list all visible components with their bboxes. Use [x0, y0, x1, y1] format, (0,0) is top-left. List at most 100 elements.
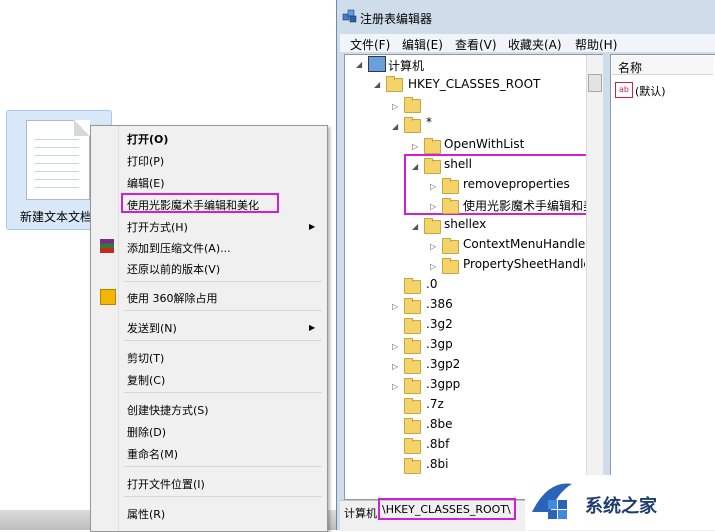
window-title: 注册表编辑器: [360, 12, 433, 26]
tree-item-ext[interactable]: .8bf: [426, 437, 449, 451]
tree-item-star[interactable]: *: [426, 115, 432, 129]
expand-arrow-icon[interactable]: ▷: [392, 362, 401, 371]
expand-arrow-icon[interactable]: ▷: [430, 202, 439, 211]
document-line: [35, 147, 79, 148]
tree-item-removeproperties[interactable]: removeproperties: [463, 177, 570, 191]
folder-icon: [424, 158, 441, 174]
context-menu: [90, 125, 328, 532]
scrollbar-thumb[interactable]: [588, 74, 602, 92]
menu-item-delete[interactable]: 删除(D): [127, 424, 166, 440]
menu-item-open-with[interactable]: 打开方式(H): [127, 219, 188, 235]
tree-item-shell[interactable]: shell: [444, 157, 472, 171]
collapse-arrow-icon[interactable]: ◢: [356, 60, 365, 69]
collapse-arrow-icon[interactable]: ◢: [392, 122, 401, 131]
folder-icon: [386, 76, 403, 92]
context-menu-gutter: [118, 126, 119, 530]
expand-arrow-icon[interactable]: ▷: [430, 182, 439, 191]
menu-item-restore-previous[interactable]: 还原以前的版本(V): [127, 261, 220, 277]
values-pane: [610, 54, 715, 500]
expand-arrow-icon[interactable]: ▷: [430, 262, 439, 271]
menu-view[interactable]: 查看(V): [455, 36, 497, 53]
folder-icon: [424, 138, 441, 154]
expand-arrow-icon[interactable]: ▷: [412, 142, 421, 151]
tree-item-ext[interactable]: .386: [426, 297, 453, 311]
tree-item-shellex[interactable]: shellex: [444, 217, 486, 231]
tree-item-ext[interactable]: .3gp2: [426, 357, 460, 371]
tree-item-hkcr[interactable]: HKEY_CLASSES_ROOT: [408, 77, 540, 91]
folder-icon: [404, 418, 421, 434]
document-line: [35, 139, 79, 140]
tree-item-contextmenuhandlers[interactable]: ContextMenuHandlers: [463, 237, 585, 251]
menu-edit[interactable]: 编辑(E): [402, 36, 443, 53]
tree-item-ext[interactable]: .8bi: [426, 457, 448, 471]
highlight-box-menu-item: [121, 193, 279, 213]
folder-icon: [404, 298, 421, 314]
menu-separator: [124, 496, 322, 497]
menu-item-copy[interactable]: 复制(C): [127, 372, 165, 388]
menu-item-print[interactable]: 打印(P): [127, 153, 164, 169]
tree-item-ext[interactable]: .8be: [426, 417, 452, 431]
menu-separator: [124, 466, 322, 467]
expand-arrow-icon[interactable]: ▷: [392, 342, 401, 351]
document-line: [35, 179, 79, 180]
submenu-arrow-icon: ▶: [309, 323, 316, 332]
collapse-arrow-icon[interactable]: ◢: [412, 222, 421, 231]
desktop-file-label[interactable]: 新建文本文档: [20, 208, 92, 225]
computer-icon: [368, 56, 386, 72]
document-line: [35, 171, 79, 172]
tree-item-ext[interactable]: .7z: [426, 397, 444, 411]
tree-item-ext[interactable]: .0: [426, 277, 437, 291]
menu-file[interactable]: 文件(F): [350, 36, 390, 53]
expand-arrow-icon[interactable]: ▷: [392, 382, 401, 391]
menu-item-add-to-archive[interactable]: 添加到压缩文件(A)...: [127, 240, 231, 256]
folder-icon: [404, 117, 421, 133]
expand-arrow-icon[interactable]: ▷: [392, 302, 401, 311]
regedit-icon: [342, 8, 358, 24]
menu-item-properties[interactable]: 属性(R): [127, 506, 165, 522]
menu-separator: [124, 281, 322, 282]
tree-item-propertysheethandlers[interactable]: PropertySheetHandlers: [463, 257, 585, 271]
highlight-box-status: [378, 498, 516, 520]
menu-item-360-unlock[interactable]: 使用 360解除占用: [127, 290, 218, 306]
column-header-label: 名称: [618, 61, 643, 75]
menu-item-send-to[interactable]: 发送到(N): [127, 320, 177, 336]
tree-item-ext[interactable]: .3g2: [426, 317, 453, 331]
menu-help[interactable]: 帮助(H): [575, 36, 617, 53]
menu-item-open-file-location[interactable]: 打开文件位置(I): [127, 476, 205, 492]
menu-item-edit[interactable]: 编辑(E): [127, 175, 165, 191]
watermark-logo-icon: [528, 478, 576, 524]
tree-item-computer[interactable]: 计算机: [388, 57, 424, 74]
folder-icon: [424, 218, 441, 234]
tree-item-ext[interactable]: .3gpp: [426, 377, 460, 391]
collapse-arrow-icon[interactable]: ◢: [412, 162, 421, 171]
expand-arrow-icon[interactable]: ▷: [430, 242, 439, 251]
string-value-icon: ab: [615, 82, 633, 98]
value-default[interactable]: (默认): [635, 83, 666, 99]
submenu-arrow-icon: ▶: [309, 222, 316, 231]
folder-icon: [442, 198, 459, 214]
collapse-arrow-icon[interactable]: ◢: [374, 80, 383, 89]
document-fold-corner: [74, 120, 90, 136]
menu-separator: [124, 392, 322, 393]
watermark-text: 系统之家: [585, 496, 657, 517]
360-unlock-icon: [100, 289, 116, 305]
tree-item-meitu[interactable]: 使用光影魔术手编辑和美: [463, 197, 595, 214]
folder-icon: [404, 438, 421, 454]
menu-item-open[interactable]: 打开(O): [127, 131, 168, 147]
expand-arrow-icon[interactable]: ▷: [392, 102, 401, 111]
document-line: [35, 155, 79, 156]
tree-item-ext[interactable]: .3gp: [426, 337, 453, 351]
text-document-icon: [26, 120, 90, 200]
menu-item-create-shortcut[interactable]: 创建快捷方式(S): [127, 402, 209, 418]
folder-icon: [404, 278, 421, 294]
folder-icon: [442, 178, 459, 194]
registry-tree: [344, 54, 603, 500]
folder-icon: [404, 458, 421, 474]
tree-vertical-scrollbar[interactable]: [586, 55, 603, 497]
winrar-icon: [100, 239, 114, 253]
menu-item-rename[interactable]: 重命名(M): [127, 446, 178, 462]
folder-icon: [442, 258, 459, 274]
menu-item-cut[interactable]: 剪切(T): [127, 350, 164, 366]
tree-item-openwithlist[interactable]: OpenWithList: [444, 137, 524, 151]
menu-favorites[interactable]: 收藏夹(A): [508, 36, 562, 53]
